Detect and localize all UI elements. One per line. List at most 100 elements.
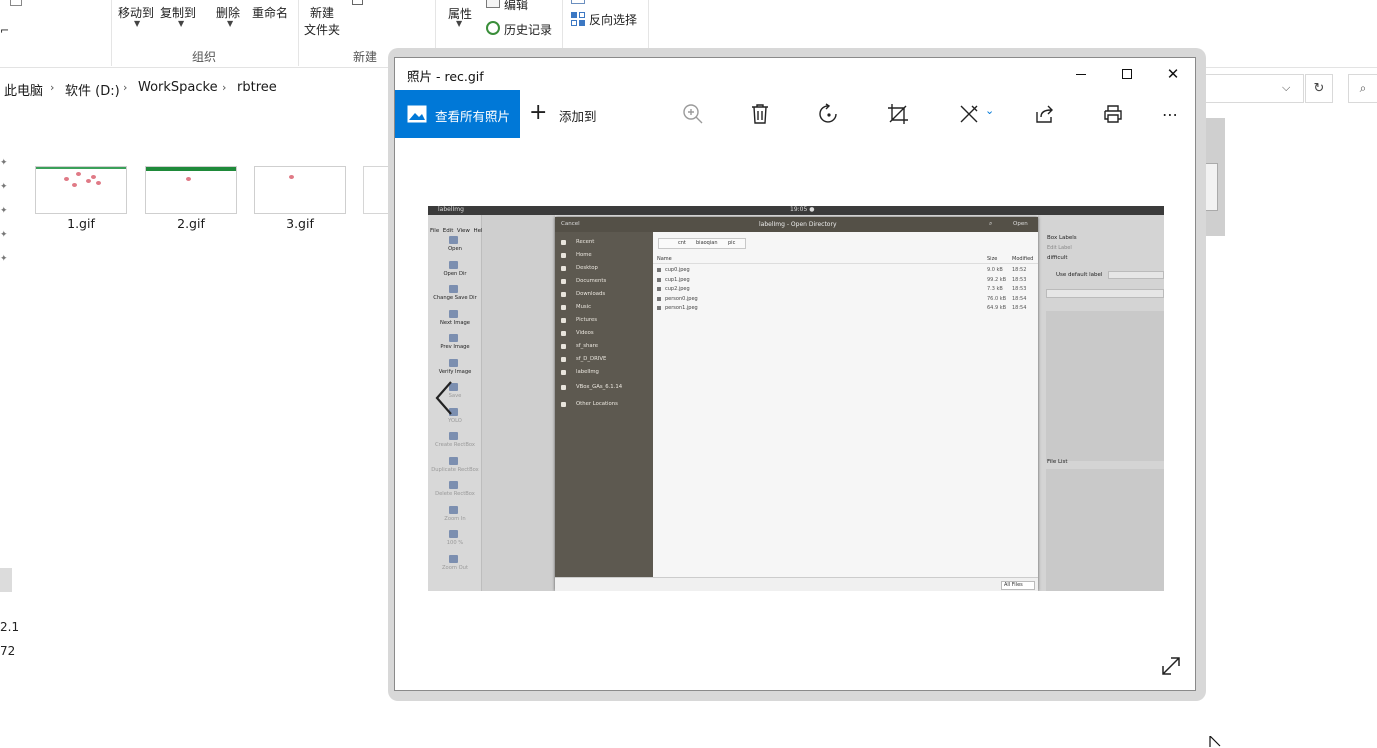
gif-file-modified: 18:54 [1012, 305, 1027, 312]
maximize-icon[interactable] [1104, 58, 1150, 90]
gif-tool-label: Zoom In [444, 515, 466, 522]
gif-file-icon [657, 268, 661, 272]
gif-tool-icon [449, 285, 458, 293]
rotate-icon[interactable] [807, 96, 851, 132]
history-button[interactable]: 历史记录 [504, 21, 552, 38]
gif-place-item: sf_share [576, 343, 598, 349]
crop-icon[interactable] [876, 96, 920, 132]
add-plus-icon[interactable]: + [529, 102, 547, 124]
gif-file-icon [657, 277, 661, 282]
gif-file-name: person0.jpeg [665, 295, 698, 302]
gif-tool-icon [449, 481, 458, 489]
edit-dropdown-chevron-icon[interactable]: ⌄ [985, 104, 994, 117]
organize-group-label: 组织 [192, 50, 217, 64]
gif-place-item: Music [576, 304, 592, 310]
gif-open: Open [1013, 221, 1028, 227]
pin-icon: ✦ [0, 182, 8, 192]
ribbon-separator [111, 0, 112, 66]
file-name[interactable]: 1.gif [35, 216, 127, 231]
edit-button[interactable]: 编辑 [504, 0, 528, 13]
gif-tool-icon [449, 260, 458, 269]
delete-icon[interactable] [738, 96, 782, 132]
gif-open-dialog: Cancel labelImg - Open Directory ⌕ Open … [555, 217, 1038, 591]
gif-tool-icon [449, 505, 458, 514]
gif-columns: Name Size Modified [653, 254, 1038, 264]
zoom-icon[interactable] [671, 96, 715, 132]
breadcrumb-drive-d[interactable]: 软件 (D:) [65, 80, 120, 99]
nav-pane-selection[interactable] [0, 568, 12, 592]
select-all-icon[interactable] [571, 0, 585, 4]
gif-tool-icon [449, 309, 458, 318]
copy-path-icon[interactable] [10, 0, 22, 6]
rename-button[interactable]: 重命名 [252, 4, 288, 21]
new-group-label: 新建 [353, 50, 378, 64]
file-thumbnail[interactable] [145, 166, 237, 214]
gif-canvas-area [482, 215, 555, 591]
file-thumbnail[interactable] [254, 166, 346, 214]
gif-clock: 19:05 ● [790, 206, 815, 213]
breadcrumb-chevron-icon[interactable]: › [222, 81, 226, 94]
pin-icon: ✦ [0, 206, 8, 216]
ribbon-cut-text: ⌐ [0, 24, 10, 37]
gif-tool-label: Change Save Dir [433, 295, 477, 301]
address-history-chevron-icon[interactable]: ⌵ [1282, 81, 1290, 95]
breadcrumb-workspacke[interactable]: WorkSpacke [138, 80, 218, 95]
mouse-cursor-icon [1209, 736, 1221, 747]
gif-app-name: labelImg [438, 206, 464, 213]
gif-place-icon [561, 240, 566, 245]
view-all-photos-button[interactable]: 查看所有照片 [395, 90, 520, 138]
gif-tool-label: YOLO [448, 417, 462, 424]
gif-file-size: 99.2 kB [987, 276, 1007, 283]
gif-file-size: 64.9 kB [987, 305, 1007, 312]
file-thumbnail[interactable] [35, 166, 127, 214]
gif-place-icon [561, 279, 566, 284]
breadcrumb-chevron-icon[interactable]: › [123, 81, 127, 94]
print-icon[interactable] [1091, 96, 1135, 132]
breadcrumb-chevron-icon[interactable]: › [50, 81, 54, 94]
gif-file-icon [657, 306, 661, 311]
previous-photo-arrow-icon[interactable] [433, 380, 455, 416]
breadcrumb-rbtree[interactable]: rbtree [237, 80, 277, 95]
more-options-icon[interactable]: ⋯ [1148, 96, 1192, 132]
gif-tool-icon [449, 236, 458, 244]
photos-window[interactable]: 照片 - rec.gif ✕ 查看所有照片 + 添加到 ⌄ ⋯ labelImg [394, 57, 1196, 691]
gif-place-item: sf_D_DRIVE [576, 356, 607, 362]
close-icon[interactable]: ✕ [1150, 58, 1196, 90]
gif-file-row: person0.jpeg 76.0 kB 18:54 [653, 295, 1038, 304]
gif-file-icon [657, 296, 661, 301]
minimize-icon[interactable] [1058, 58, 1104, 90]
new-folder-button-line2[interactable]: 文件夹 [304, 21, 340, 38]
new-folder-button-line1[interactable]: 新建 [310, 4, 334, 21]
gif-place-item: Other Locations [576, 401, 618, 407]
gif-tool-label: Next Image [440, 319, 470, 326]
gif-place-icon [561, 402, 566, 407]
gif-file-modified: 18:53 [1012, 276, 1027, 283]
gif-edit-label: Edit Label [1047, 245, 1072, 251]
refresh-icon[interactable]: ↻ [1305, 74, 1333, 103]
invert-selection-button[interactable]: 反向选择 [589, 11, 637, 28]
easy-access-checkbox-icon[interactable] [352, 0, 363, 5]
gif-place-icon [561, 266, 566, 271]
invert-selection-icon [571, 12, 585, 26]
gif-tool-icon [449, 456, 458, 465]
file-name[interactable]: 3.gif [254, 216, 346, 231]
search-icon[interactable]: ⌕ [1348, 74, 1377, 103]
fullscreen-expand-icon[interactable] [1161, 656, 1181, 676]
gif-path-bar: cnt biaoqian pic [658, 238, 1038, 250]
gif-filter: All Files [1004, 582, 1023, 588]
gif-file-size: 9.0 kB [987, 267, 1003, 273]
gif-place-item: Pictures [576, 317, 597, 323]
gif-place-item: Videos [576, 330, 594, 336]
gif-place-item: Recent [576, 239, 595, 245]
gif-place-item: VBox_GAs_6.1.14 [576, 384, 623, 390]
gif-tool-icon [449, 530, 458, 538]
gif-places-sidebar: Recent Home Desktop Documents Downloads Music… [555, 232, 653, 577]
gif-tool-label: Create RectBox [435, 442, 475, 448]
add-to-button[interactable]: 添加到 [559, 106, 597, 125]
gif-tool-label: Open Dir [443, 270, 467, 277]
gif-tool-label: Duplicate RectBox [431, 466, 479, 473]
breadcrumb-this-pc[interactable]: 此电脑 [4, 80, 43, 99]
share-icon[interactable] [1023, 96, 1067, 132]
gif-file-name: cup1.jpeg [665, 276, 690, 283]
file-name[interactable]: 2.gif [145, 216, 237, 231]
